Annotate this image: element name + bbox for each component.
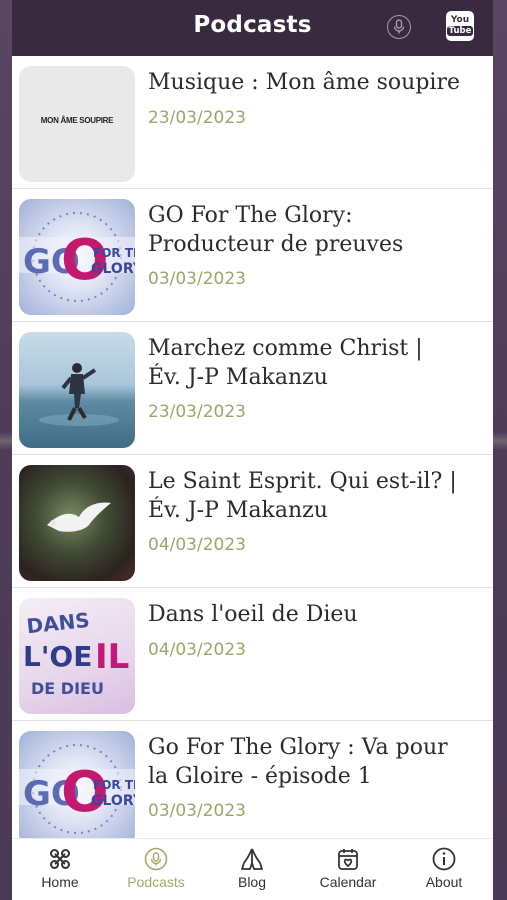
bottom-nav: Home Podcasts Blog Calendar About <box>12 838 493 900</box>
episode-title-line: Musique : Mon âme soupire <box>148 70 460 95</box>
tab-about[interactable]: About <box>396 847 492 890</box>
episode-date: 23/03/2023 <box>148 402 246 422</box>
episode-title-line: Év. J-P Makanzu <box>148 498 328 523</box>
tab-blog[interactable]: Blog <box>204 847 300 890</box>
episode-date: 04/03/2023 <box>148 640 246 660</box>
svg-text:GLORY: GLORY <box>91 793 135 809</box>
episode-title-line: Le Saint Esprit. Qui est-il? | <box>148 469 457 494</box>
episode-date: 23/03/2023 <box>148 108 246 128</box>
episode-title: Marchez comme Christ | Év. J-P Makanzu <box>148 334 488 392</box>
youtube-icon-bottom-text: Tube <box>446 26 474 36</box>
svg-text:IL: IL <box>95 637 129 677</box>
page-title: Podcasts <box>193 12 312 38</box>
episode-thumbnail: MON ÂME SOUPIRE <box>19 66 135 182</box>
tab-label: Blog <box>237 874 267 890</box>
episode-title-line: Év. J-P Makanzu <box>148 365 328 390</box>
episode-thumbnail: DANS L'OE IL DE DIEU <box>19 598 135 714</box>
episode-date: 04/03/2023 <box>148 535 246 555</box>
tab-home[interactable]: Home <box>12 847 108 890</box>
episode-item[interactable]: GO O FOR THE GLORY Go For The Glory : Va… <box>12 721 493 854</box>
svg-text:DE DIEU: DE DIEU <box>31 679 104 698</box>
youtube-icon-top-text: You <box>450 15 470 25</box>
calendar-heart-icon <box>338 849 358 870</box>
podcast-mic-icon <box>144 847 168 871</box>
episode-date: 03/03/2023 <box>148 801 246 821</box>
episode-title-line: GO For The Glory: <box>148 203 353 228</box>
svg-text:DANS: DANS <box>25 608 90 638</box>
info-icon <box>432 847 456 871</box>
tab-label: Podcasts <box>127 874 185 890</box>
episode-title-line: la Gloire - épisode 1 <box>148 764 372 789</box>
episode-title-line: Producteur de preuves <box>148 232 404 257</box>
podcast-mic-icon[interactable] <box>387 15 411 39</box>
episode-title-line: Marchez comme Christ | <box>148 336 423 361</box>
svg-text:FOR THE: FOR THE <box>93 778 135 792</box>
episode-item[interactable]: Le Saint Esprit. Qui est-il? | Év. J-P M… <box>12 455 493 588</box>
svg-text:FOR THE: FOR THE <box>93 246 135 260</box>
home-knot-icon <box>50 849 70 869</box>
thumbnail-text: MON ÂME SOUPIRE <box>40 116 114 125</box>
episode-title: GO For The Glory: Producteur de preuves <box>148 201 488 259</box>
episode-title-line: Dans l'oeil de Dieu <box>148 602 358 627</box>
episode-date: 03/03/2023 <box>148 269 246 289</box>
app-frame: Podcasts You Tube MON ÂME SOUPIRE Musiqu… <box>12 0 493 900</box>
youtube-icon[interactable]: You Tube <box>446 11 474 41</box>
episode-thumbnail <box>19 465 135 581</box>
tab-label: Home <box>41 874 79 890</box>
episode-list: MON ÂME SOUPIRE Musique : Mon âme soupir… <box>12 56 493 854</box>
tab-label: Calendar <box>319 874 377 890</box>
episode-title: Dans l'oeil de Dieu <box>148 600 488 629</box>
episode-title-line: Go For The Glory : Va pour <box>148 735 448 760</box>
episode-title: Go For The Glory : Va pour la Gloire - é… <box>148 733 488 791</box>
episode-title: Musique : Mon âme soupire <box>148 68 488 97</box>
episode-item[interactable]: GO O FOR THE GLORY GO For The Glory: Pro… <box>12 189 493 322</box>
episode-thumbnail: GO O FOR THE GLORY <box>19 199 135 315</box>
episode-title: Le Saint Esprit. Qui est-il? | Év. J-P M… <box>148 467 488 525</box>
episode-thumbnail: GO O FOR THE GLORY <box>19 731 135 847</box>
episode-item[interactable]: MON ÂME SOUPIRE Musique : Mon âme soupir… <box>12 56 493 189</box>
tab-label: About <box>425 874 463 890</box>
svg-text:L'OE: L'OE <box>23 640 92 673</box>
episode-item[interactable]: DANS L'OE IL DE DIEU Dans l'oeil de Dieu… <box>12 588 493 721</box>
praying-hands-icon <box>241 848 263 870</box>
episode-item[interactable]: Marchez comme Christ | Év. J-P Makanzu 2… <box>12 322 493 455</box>
episode-thumbnail <box>19 332 135 448</box>
svg-text:GLORY: GLORY <box>91 261 135 277</box>
tab-calendar[interactable]: Calendar <box>300 847 396 890</box>
app-header: Podcasts You Tube <box>12 0 493 56</box>
tab-podcasts[interactable]: Podcasts <box>108 847 204 890</box>
